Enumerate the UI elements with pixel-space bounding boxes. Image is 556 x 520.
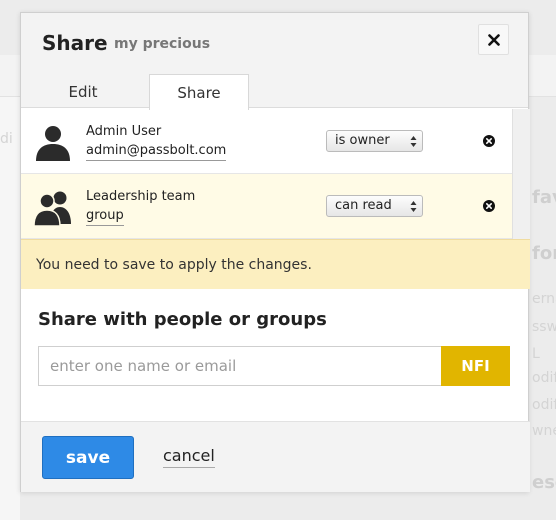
save-notice: You need to save to apply the changes. [21, 239, 530, 289]
share-heading: Share with people or groups [38, 309, 327, 330]
remove-permission-icon[interactable] [483, 200, 495, 212]
group-avatar-icon [33, 191, 71, 226]
close-button[interactable] [478, 24, 509, 55]
dialog-title: Share [42, 31, 108, 55]
dialog-header: Share my precious Edit Share [21, 13, 528, 110]
background-text: odifi [532, 397, 556, 413]
select-arrows-icon [410, 201, 417, 212]
background-text: L [532, 346, 540, 362]
permission-row: Leadership team group can read [21, 174, 512, 239]
dialog-footer: save cancel [21, 421, 530, 492]
permission-select[interactable]: can read [326, 195, 423, 217]
background-text: di [0, 131, 13, 147]
permission-group-type: group [86, 207, 124, 226]
dialog-subtitle: my precious [114, 36, 211, 52]
permission-select-value: can read [335, 198, 392, 213]
remove-permission-icon[interactable] [483, 135, 495, 147]
share-dialog: Share my precious Edit Share Admin User … [20, 12, 530, 492]
select-arrows-icon [410, 136, 417, 147]
background-text: odifi [532, 370, 556, 386]
close-icon [487, 33, 500, 46]
background-text: sswo [532, 319, 556, 335]
tab-edit[interactable]: Edit [33, 74, 133, 109]
permission-user-email: admin@passbolt.com [86, 142, 227, 161]
share-add-button[interactable]: NFI [441, 346, 510, 386]
cancel-link[interactable]: cancel [163, 445, 215, 468]
background-text: erna [532, 291, 556, 307]
share-search-input[interactable] [38, 346, 441, 386]
permissions-scrollbar[interactable] [512, 109, 530, 239]
permission-select-value: is owner [335, 133, 390, 148]
permission-user-name: Admin User [86, 124, 162, 139]
user-avatar-icon [36, 126, 70, 161]
background-text: for [532, 243, 556, 264]
background-text: wner [532, 423, 556, 439]
permission-group-name: Leadership team [86, 189, 196, 204]
permission-row: Admin User admin@passbolt.com is owner [21, 109, 512, 174]
background-sidebar [0, 97, 20, 520]
background-text: escr [532, 472, 556, 493]
save-button[interactable]: save [42, 436, 134, 479]
permission-select[interactable]: is owner [326, 130, 423, 152]
tab-share[interactable]: Share [149, 74, 249, 110]
background-text: fav [532, 187, 556, 208]
